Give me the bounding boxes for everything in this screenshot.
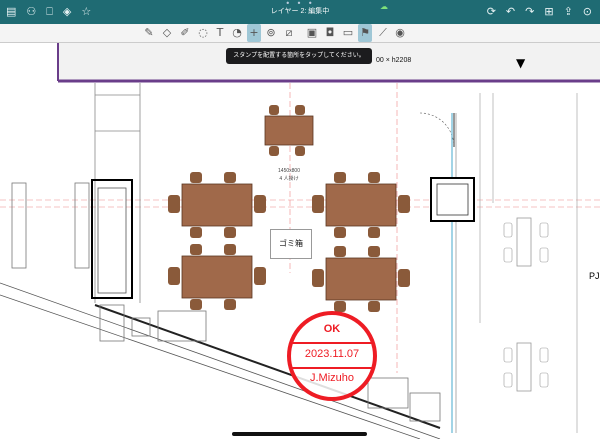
pen-icon[interactable]: ✎ bbox=[142, 24, 156, 42]
app-header: ▤ ⚇ ⎕ ◈ ☆ • • • レイヤー 2: 編集中 ☁ ⟳ ↶ ↷ ⊞ ⇪ … bbox=[0, 0, 600, 24]
chair bbox=[269, 105, 279, 115]
shape-icon[interactable]: ◔ bbox=[230, 24, 244, 42]
folder-icon[interactable]: ▭ bbox=[341, 24, 355, 42]
ruler-icon[interactable]: ⧄ bbox=[282, 24, 296, 42]
chair bbox=[312, 195, 324, 213]
palette-icon[interactable]: ◉ bbox=[393, 24, 407, 42]
approval-stamp[interactable]: OK 2023.11.07 J.Mizuho bbox=[287, 311, 377, 401]
camera-icon[interactable]: ◘ bbox=[323, 24, 337, 42]
chair bbox=[224, 172, 236, 183]
chair bbox=[398, 195, 410, 213]
stamp-circle-icon[interactable]: ⊚ bbox=[264, 24, 278, 42]
table-group-2 bbox=[312, 172, 410, 238]
image-icon[interactable]: ▣ bbox=[305, 24, 319, 42]
chair bbox=[368, 301, 380, 312]
chair bbox=[224, 299, 236, 310]
chair bbox=[190, 227, 202, 238]
table-group-1 bbox=[168, 172, 266, 238]
chair bbox=[190, 172, 202, 183]
column-inner bbox=[97, 187, 127, 294]
right-desk bbox=[516, 217, 532, 267]
lasso-icon[interactable]: ◌ bbox=[196, 24, 210, 42]
table-group-4 bbox=[312, 246, 410, 312]
add-page-icon[interactable]: ⊞ bbox=[544, 0, 553, 24]
right-chair bbox=[539, 222, 549, 238]
brush-icon[interactable]: ⟋ bbox=[376, 24, 390, 42]
text-icon[interactable]: T bbox=[213, 24, 227, 42]
stamp-name: J.Mizuho bbox=[309, 372, 355, 384]
right-desk bbox=[516, 342, 532, 392]
table bbox=[181, 255, 253, 299]
chair bbox=[334, 172, 346, 183]
chair bbox=[168, 267, 180, 285]
door-swing bbox=[419, 112, 455, 148]
chair bbox=[295, 105, 305, 115]
cloud-sync-icon: ☁ bbox=[380, 2, 388, 11]
eraser-icon[interactable]: ◇ bbox=[160, 24, 174, 42]
right-chair bbox=[539, 347, 549, 363]
redo-icon[interactable]: ↷ bbox=[525, 0, 534, 24]
dimension-label: 00 × h2208 bbox=[376, 57, 412, 64]
plus-icon[interactable]: + bbox=[247, 24, 261, 42]
chair bbox=[190, 244, 202, 255]
chair bbox=[224, 244, 236, 255]
stamp-divider bbox=[291, 367, 373, 369]
chair bbox=[368, 227, 380, 238]
stamp-icon[interactable]: ⚑ bbox=[358, 24, 372, 42]
chair bbox=[334, 227, 346, 238]
drawing-toolbar: ✎ ◇ ✐ ◌ T ◔ + ⊚ ⧄ ▣ ◘ ▭ ⚑ ⟋ ◉ bbox=[0, 24, 600, 43]
right-chair bbox=[503, 347, 513, 363]
small-table-group bbox=[264, 105, 314, 156]
marker-icon[interactable]: ✐ bbox=[178, 24, 192, 42]
pj-label: PJ bbox=[589, 271, 600, 281]
right-chair bbox=[503, 247, 513, 263]
table bbox=[325, 183, 397, 227]
bottom-fixture bbox=[409, 392, 441, 422]
chair bbox=[254, 267, 266, 285]
chair bbox=[398, 269, 410, 287]
chair bbox=[312, 269, 324, 287]
header-right-icons: ⟳ ↶ ↷ ⊞ ⇪ ⊙ bbox=[487, 0, 592, 24]
undo-icon[interactable]: ↶ bbox=[506, 0, 515, 24]
table-size-label: 1450x800 bbox=[278, 168, 300, 174]
diagonal-wall-main bbox=[94, 304, 441, 429]
table bbox=[325, 257, 397, 301]
chair bbox=[168, 195, 180, 213]
right-chair bbox=[503, 222, 513, 238]
trash-box-label: ゴミ箱 bbox=[270, 229, 312, 259]
home-indicator[interactable] bbox=[232, 432, 367, 436]
table bbox=[181, 183, 253, 227]
table bbox=[264, 115, 314, 146]
more-icon[interactable]: ⊙ bbox=[583, 0, 592, 24]
stamp-top-text: OK bbox=[323, 323, 341, 335]
down-arrow-icon: ▼ bbox=[516, 56, 526, 70]
sync-icon[interactable]: ⟳ bbox=[487, 0, 496, 24]
stamp-date: 2023.11.07 bbox=[304, 348, 360, 360]
chair bbox=[269, 146, 279, 156]
chair bbox=[190, 299, 202, 310]
right-chair bbox=[539, 247, 549, 263]
toast-message: スタンプを配置する箇所をタップしてください。 bbox=[226, 48, 372, 64]
right-chair bbox=[503, 372, 513, 388]
chair bbox=[224, 227, 236, 238]
share-icon[interactable]: ⇪ bbox=[564, 0, 573, 24]
chair bbox=[368, 172, 380, 183]
table-seats-label: 4 人掛け bbox=[279, 176, 299, 182]
table-group-3 bbox=[168, 244, 266, 310]
right-chair bbox=[539, 372, 549, 388]
stamp-divider bbox=[291, 342, 373, 344]
chair bbox=[334, 246, 346, 257]
chair bbox=[295, 146, 305, 156]
left-cabinet bbox=[74, 182, 90, 269]
chair bbox=[368, 246, 380, 257]
left-cabinet bbox=[11, 182, 27, 269]
chair bbox=[254, 195, 266, 213]
pillar bbox=[430, 177, 475, 222]
